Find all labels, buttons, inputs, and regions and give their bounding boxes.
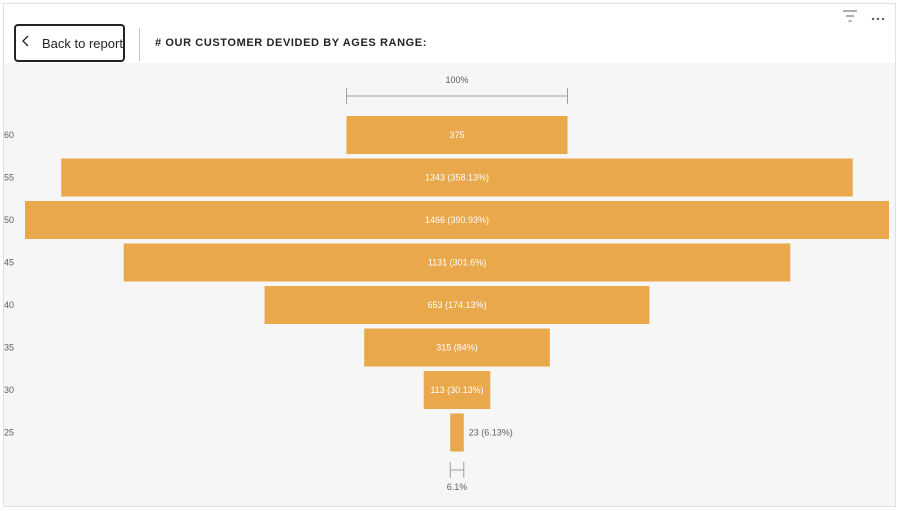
top-percent-label: 100% [445,75,468,85]
category-label: 30 [4,385,14,395]
data-label: 1131 (301.6%) [428,258,486,268]
data-label: 653 (174.13%) [427,300,486,310]
data-label: 23 (6.13%) [469,428,513,438]
data-label: 113 (30.13%) [430,385,483,395]
category-label: 50 [4,215,14,225]
data-label: 1343 (358.13%) [425,173,489,183]
category-label: 35 [4,343,14,353]
data-label: 315 (84%) [436,343,478,353]
data-label: 1466 (390.93%) [425,215,489,225]
category-label: 45 [4,258,14,268]
category-label: 60 [4,130,14,140]
funnel-bar[interactable] [450,413,464,452]
category-label: 40 [4,300,14,310]
category-label: 25 [4,428,14,438]
funnel-chart: 60 375 55 1343 (358.13%) 50 1466 (390.93%) 45 1… [4,75,889,492]
data-label: 375 [449,130,464,140]
bottom-percent-label: 6.1% [447,482,468,492]
category-label: 55 [4,173,14,183]
